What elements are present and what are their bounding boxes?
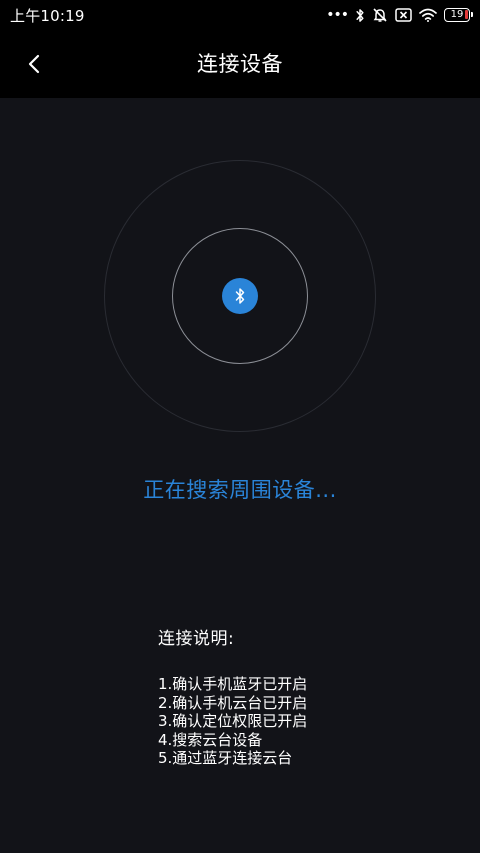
status-time: 上午10:19 [10,6,85,25]
instructions-list: 1.确认手机蓝牙已开启 2.确认手机云台已开启 3.确认定位权限已开启 4.搜索… [158,675,307,768]
alarm-off-icon [373,8,387,22]
instructions-title: 连接说明: [158,629,235,649]
wifi-icon [419,8,437,22]
instruction-item: 1.确认手机蓝牙已开启 [158,675,308,693]
instruction-item: 3.确认定位权限已开启 [158,712,308,730]
header: 连接设备 [0,30,480,98]
status-icons: ••• 19 [326,7,473,23]
page-title: 连接设备 [197,52,283,76]
instruction-item: 5.通过蓝牙连接云台 [158,749,293,767]
instruction-item: 2.确认手机云台已开启 [158,693,308,712]
bluetooth-badge [222,278,258,314]
more-dots-icon: ••• [326,7,349,23]
status-bar: 上午10:19 ••• 19 [0,0,480,30]
instruction-item: 4.搜索云台设备 [158,730,263,749]
bluetooth-scanner [104,160,376,432]
bluetooth-icon [235,288,245,304]
connection-instructions: 连接说明: 1.确认手机蓝牙已开启 2.确认手机云台已开启 3.确认定位权限已开… [158,624,307,768]
battery-low-indicator [465,10,468,19]
bluetooth-icon [356,8,364,22]
search-status-text: 正在搜索周围设备... [143,478,337,502]
sim-x-icon [395,8,412,22]
battery-level: 19 [450,9,464,20]
battery-icon: 19 [444,8,473,22]
